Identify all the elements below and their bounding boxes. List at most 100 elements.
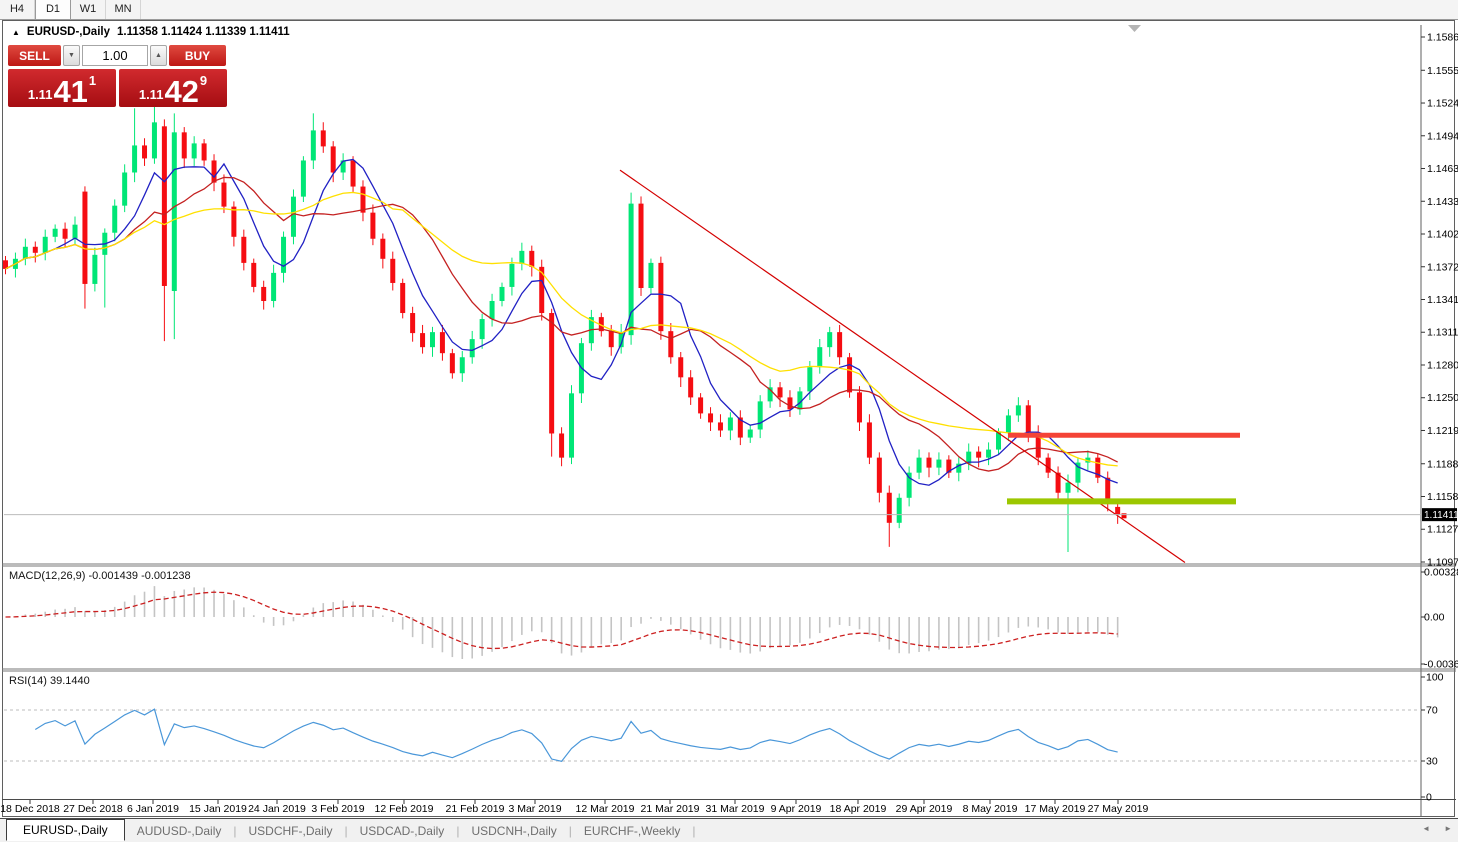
candle-body bbox=[33, 247, 38, 253]
collapse-triangle-icon[interactable]: ▲ bbox=[12, 28, 20, 37]
timeframe-button-mn[interactable]: MN bbox=[106, 0, 141, 19]
svg-text:1.15860: 1.15860 bbox=[1427, 32, 1458, 44]
svg-text:1.11885: 1.11885 bbox=[1427, 458, 1458, 470]
candle-body bbox=[907, 473, 912, 498]
candle-body bbox=[450, 353, 455, 373]
timeframe-button-d1[interactable]: D1 bbox=[35, 0, 71, 19]
tab-scroll-right-icon[interactable]: ► bbox=[1444, 824, 1452, 833]
candle-body bbox=[668, 331, 673, 357]
candle-body bbox=[897, 498, 902, 523]
svg-text:24 Jan 2019: 24 Jan 2019 bbox=[248, 803, 306, 815]
candle-body bbox=[122, 172, 127, 205]
rsi-indicator-label: RSI(14) 39.1440 bbox=[9, 675, 90, 687]
candle-body bbox=[529, 251, 534, 267]
chart-shift-marker-icon[interactable] bbox=[1128, 25, 1141, 32]
candle-body bbox=[648, 263, 653, 288]
svg-text:100: 100 bbox=[1426, 672, 1444, 684]
svg-text:1.14025: 1.14025 bbox=[1427, 229, 1458, 241]
candle-body bbox=[331, 146, 336, 172]
candle-body bbox=[142, 145, 147, 158]
tab-separator: | bbox=[692, 824, 695, 838]
volume-decrease-button[interactable]: ▼ bbox=[63, 45, 80, 66]
candle-body bbox=[311, 130, 316, 160]
candle-body bbox=[1026, 405, 1031, 432]
candle-body bbox=[807, 367, 812, 391]
candle-body bbox=[748, 430, 753, 438]
candle-body bbox=[1046, 458, 1051, 473]
svg-text:1.15245: 1.15245 bbox=[1427, 98, 1458, 110]
tab-usdcad-daily[interactable]: USDCAD-,Daily bbox=[348, 821, 457, 841]
buy-price-button[interactable]: 1.11 42 9 bbox=[119, 69, 227, 107]
candle-body bbox=[380, 239, 385, 259]
volume-input[interactable] bbox=[82, 45, 148, 66]
candle-body bbox=[370, 213, 375, 239]
svg-text:21 Feb 2019: 21 Feb 2019 bbox=[446, 803, 505, 815]
timeframe-button-h4[interactable]: H4 bbox=[0, 0, 35, 19]
svg-text:8 May 2019: 8 May 2019 bbox=[963, 803, 1018, 815]
tab-usdchf-daily[interactable]: USDCHF-,Daily bbox=[237, 821, 345, 841]
candle-body bbox=[688, 377, 693, 397]
candle-body bbox=[251, 263, 256, 287]
tab-scroll-left-icon[interactable]: ◄ bbox=[1422, 824, 1430, 833]
svg-text:6 Jan 2019: 6 Jan 2019 bbox=[127, 803, 179, 815]
candle-body bbox=[162, 126, 167, 286]
svg-text:1.13720: 1.13720 bbox=[1427, 261, 1458, 273]
svg-text:1.11275: 1.11275 bbox=[1427, 524, 1458, 536]
candle-body bbox=[837, 332, 842, 357]
svg-text:12 Feb 2019: 12 Feb 2019 bbox=[375, 803, 434, 815]
candle-body bbox=[241, 237, 246, 263]
candle-body bbox=[1016, 405, 1021, 415]
svg-text:30: 30 bbox=[1426, 756, 1438, 768]
svg-text:27 May 2019: 27 May 2019 bbox=[1088, 803, 1149, 815]
candle-body bbox=[92, 255, 97, 284]
tab-audusd-daily[interactable]: AUDUSD-,Daily bbox=[125, 821, 234, 841]
tab-usdcnh-daily[interactable]: USDCNH-,Daily bbox=[459, 821, 568, 841]
candle-body bbox=[221, 183, 226, 207]
sell-price-button[interactable]: 1.11 41 1 bbox=[8, 69, 116, 107]
candle-body bbox=[112, 206, 117, 233]
candle-body bbox=[212, 160, 217, 182]
candle-body bbox=[847, 357, 852, 392]
volume-increase-button[interactable]: ▲ bbox=[150, 45, 167, 66]
candle-body bbox=[877, 458, 882, 493]
buy-price-prefix: 1.11 bbox=[139, 87, 164, 102]
sell-price-prefix: 1.11 bbox=[28, 87, 53, 102]
candle-body bbox=[549, 313, 554, 433]
candle-body bbox=[1066, 483, 1071, 493]
svg-text:31 Mar 2019: 31 Mar 2019 bbox=[706, 803, 765, 815]
svg-text:1.15550: 1.15550 bbox=[1427, 65, 1458, 77]
candle-body bbox=[519, 251, 524, 264]
sell-button[interactable]: SELL bbox=[8, 45, 61, 66]
candle-body bbox=[261, 287, 266, 301]
tab-eurchf-weekly[interactable]: EURCHF-,Weekly bbox=[572, 821, 692, 841]
candle-body bbox=[192, 143, 197, 158]
candle-body bbox=[23, 247, 28, 259]
svg-text:1.11580: 1.11580 bbox=[1427, 491, 1458, 503]
svg-text:1.12805: 1.12805 bbox=[1427, 359, 1458, 371]
chart-objects bbox=[620, 170, 1240, 562]
candle-body bbox=[778, 387, 783, 397]
candle-body bbox=[73, 225, 78, 239]
candle-body bbox=[698, 397, 703, 413]
candle-body bbox=[440, 332, 445, 353]
svg-text:1.12500: 1.12500 bbox=[1427, 392, 1458, 404]
svg-text:-0.00365: -0.00365 bbox=[1424, 659, 1458, 671]
chart-canvas[interactable]: 1.158601.155501.152451.149401.146351.143… bbox=[0, 0, 1458, 842]
candle-body bbox=[559, 433, 564, 457]
candle-body bbox=[1115, 507, 1120, 515]
rsi-levels bbox=[4, 710, 1421, 761]
macd bbox=[6, 586, 1118, 659]
candle-body bbox=[53, 229, 58, 237]
svg-text:0: 0 bbox=[1426, 792, 1432, 804]
tab-eurusd-daily[interactable]: EURUSD-,Daily bbox=[6, 819, 125, 841]
candle-body bbox=[887, 493, 892, 523]
candle-body bbox=[867, 422, 872, 457]
macd-indicator-label: MACD(12,26,9) -0.001439 -0.001238 bbox=[9, 570, 191, 582]
buy-button[interactable]: BUY bbox=[169, 45, 226, 66]
candle-body bbox=[500, 287, 505, 301]
candle-body bbox=[43, 237, 48, 253]
timeframe-button-w1[interactable]: W1 bbox=[71, 0, 106, 19]
candle-body bbox=[639, 204, 644, 288]
svg-text:3 Mar 2019: 3 Mar 2019 bbox=[508, 803, 561, 815]
candle-body bbox=[351, 160, 356, 186]
